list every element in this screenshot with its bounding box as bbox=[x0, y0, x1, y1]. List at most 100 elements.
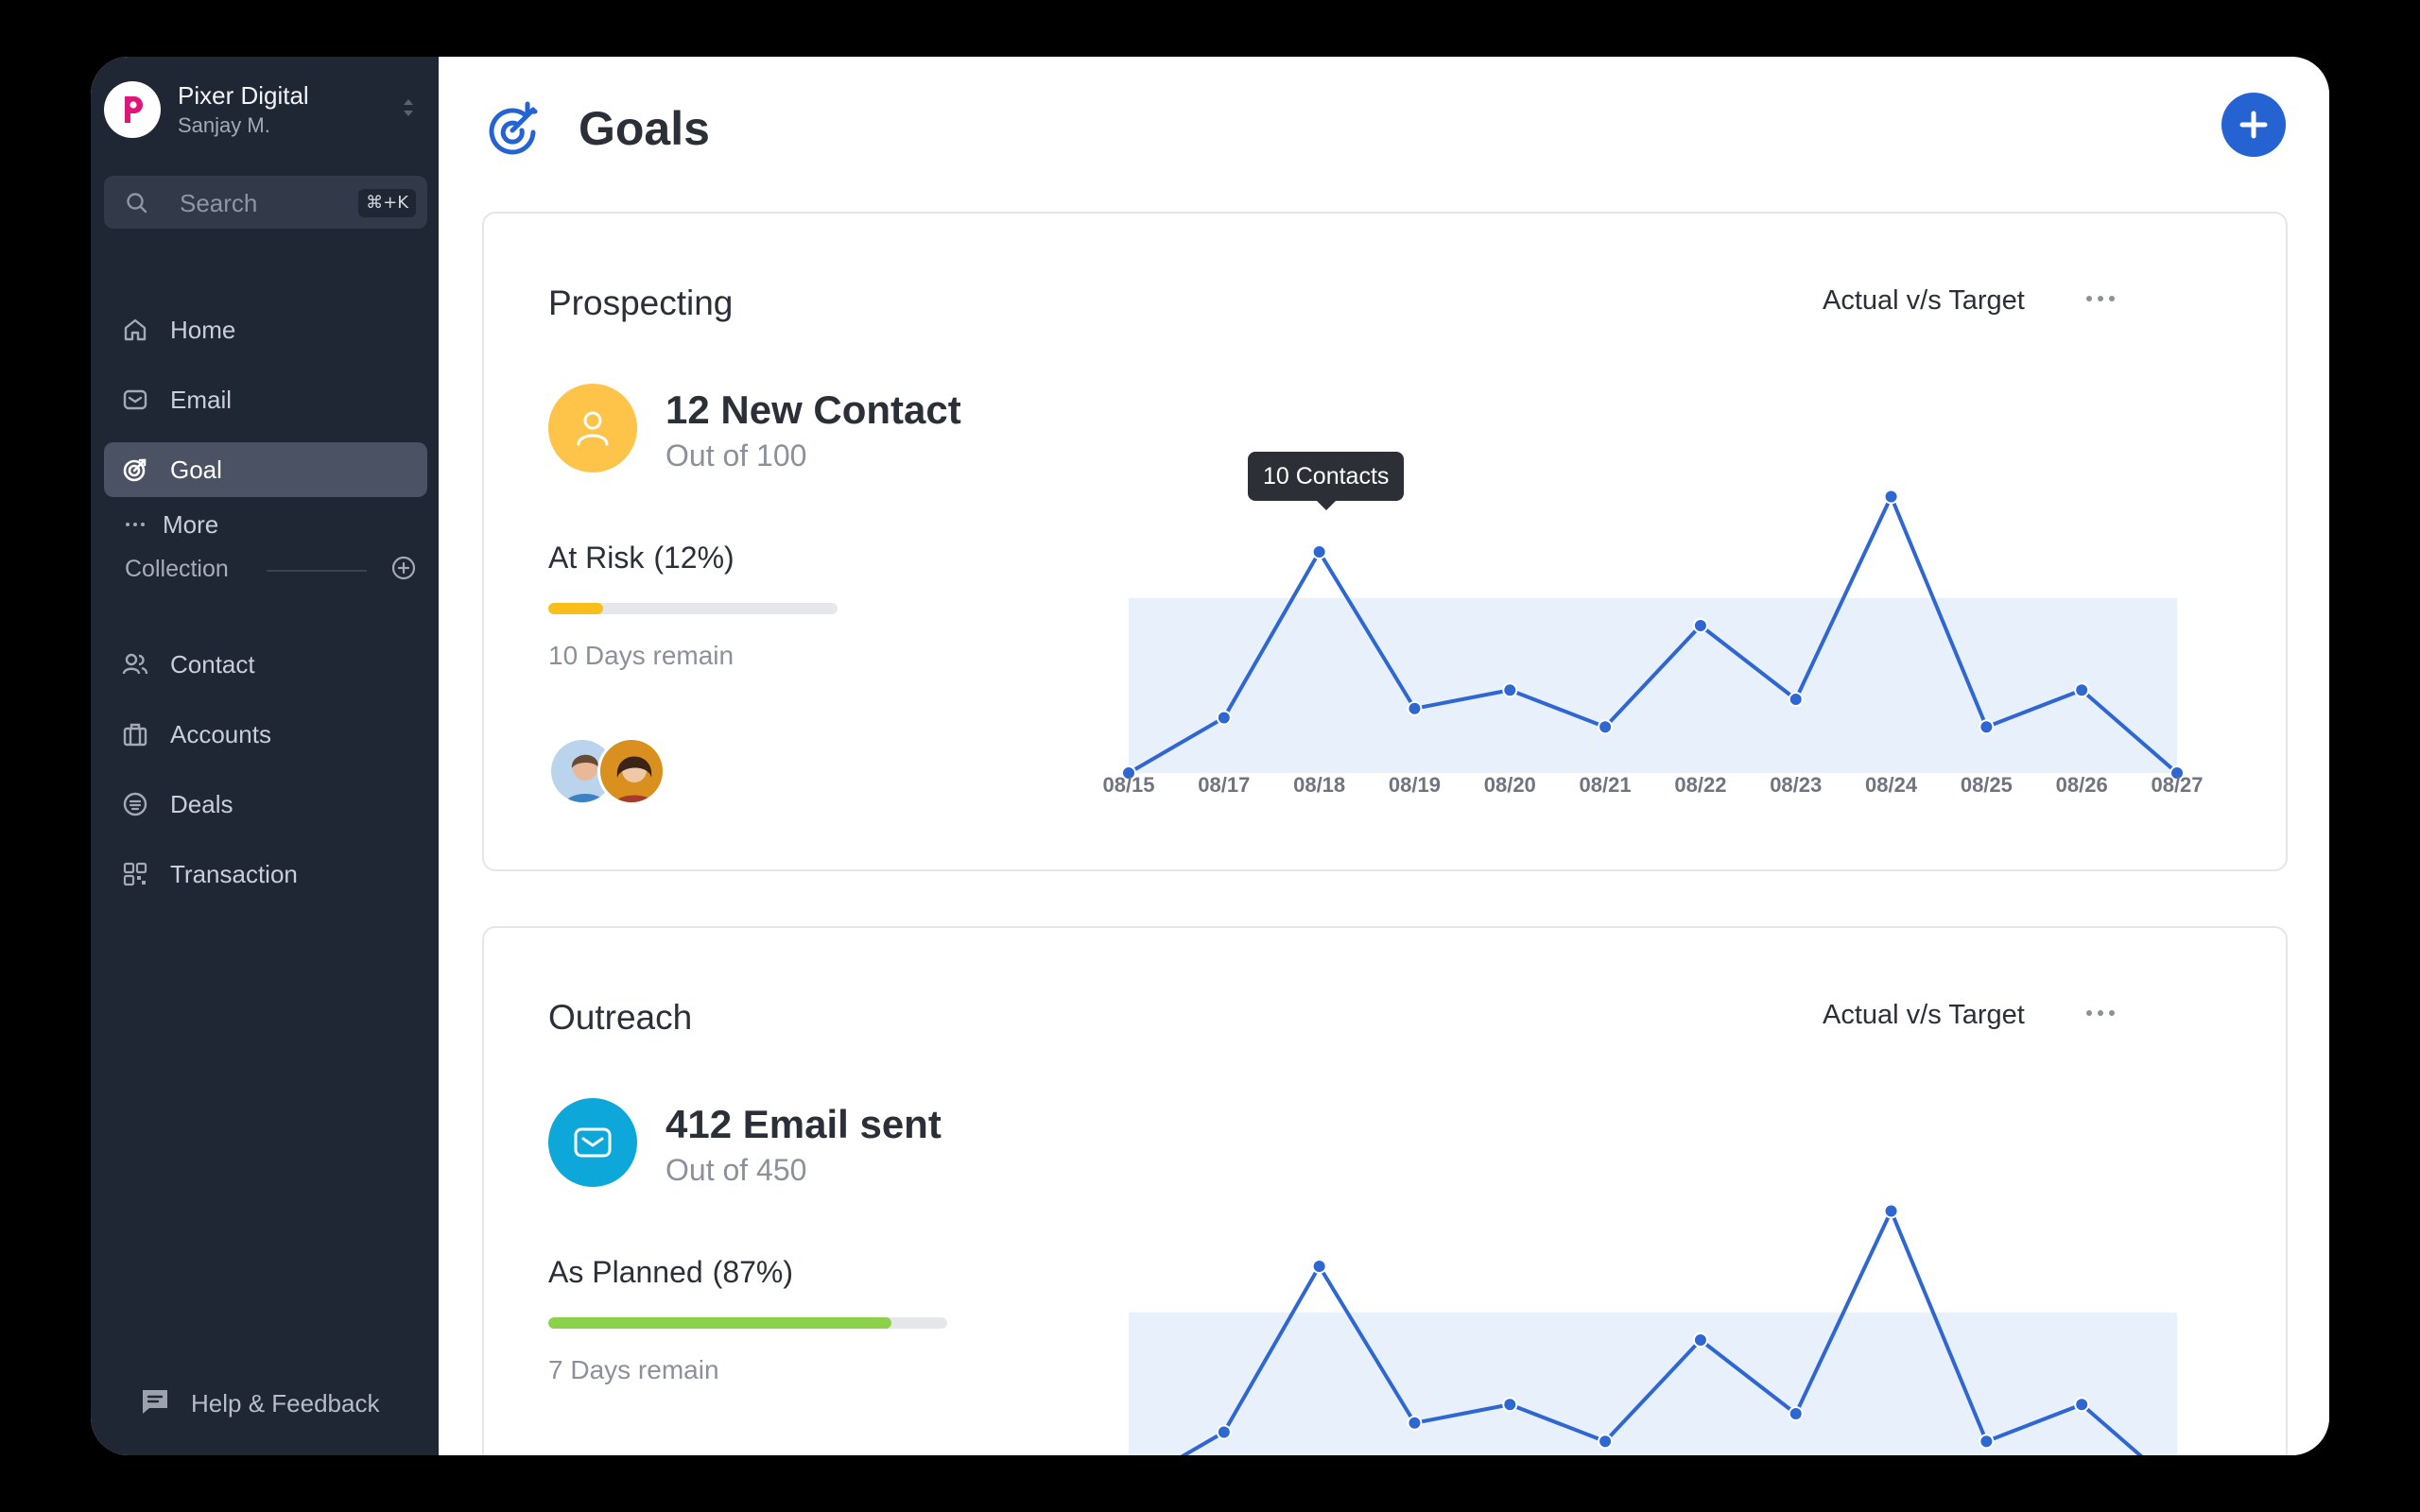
pixer-logo-icon bbox=[125, 96, 143, 123]
data-point bbox=[1598, 1434, 1614, 1450]
nav-label: Contact bbox=[170, 649, 255, 679]
data-point bbox=[1883, 1203, 1899, 1219]
goal-status: As Planned (87%) bbox=[548, 1255, 793, 1290]
deals-icon bbox=[121, 790, 149, 818]
progress-fill bbox=[548, 603, 604, 614]
progress-bar bbox=[548, 1317, 947, 1329]
data-point bbox=[1788, 1406, 1804, 1421]
data-point bbox=[2074, 1397, 2090, 1413]
goal-title: Outreach bbox=[548, 998, 693, 1037]
data-point bbox=[1311, 1259, 1327, 1274]
nav-item-contact[interactable]: Contact bbox=[104, 637, 427, 692]
nav-item-deals[interactable]: Deals bbox=[104, 777, 427, 832]
avatar[interactable] bbox=[597, 737, 666, 805]
status-label: At Risk bbox=[548, 541, 645, 575]
add-goal-button[interactable] bbox=[2221, 93, 2286, 157]
sidebar: Pixer Digital Sanjay M. Search ⌘+K Home bbox=[91, 57, 439, 1455]
metric-target: Out of 100 bbox=[666, 438, 807, 472]
nav-label: Goal bbox=[170, 455, 222, 484]
nav-label: Home bbox=[170, 315, 236, 344]
x-tick-label: 08/17 bbox=[1198, 773, 1250, 797]
metric-value: 12 New Contact bbox=[666, 387, 961, 432]
days-remaining: 7 Days remain bbox=[548, 1355, 719, 1384]
data-point bbox=[1407, 1415, 1423, 1431]
x-tick-label: 08/27 bbox=[2151, 773, 2203, 797]
x-tick-label: 08/19 bbox=[1389, 773, 1441, 797]
data-point bbox=[1979, 719, 1995, 735]
progress-fill bbox=[548, 1317, 891, 1329]
nav-item-home[interactable]: Home bbox=[104, 302, 427, 357]
workspace-name: Pixer Digital bbox=[178, 81, 309, 110]
x-tick-label: 08/22 bbox=[1674, 773, 1726, 797]
data-point bbox=[1598, 719, 1614, 735]
search-icon bbox=[125, 191, 149, 220]
nav-item-email[interactable]: Email bbox=[104, 372, 427, 427]
data-point bbox=[1407, 700, 1423, 716]
shortcut-badge: ⌘+K bbox=[358, 189, 416, 217]
assignee-avatars bbox=[548, 737, 681, 807]
progress-bar bbox=[548, 603, 838, 614]
search-input[interactable]: Search ⌘+K bbox=[104, 176, 427, 229]
chat-icon bbox=[140, 1387, 170, 1420]
data-point bbox=[1692, 618, 1708, 633]
help-feedback-button[interactable]: Help & Feedback bbox=[140, 1387, 379, 1420]
goal-card-outreach: Outreach Actual v/s Target 412 Email sen… bbox=[482, 926, 2288, 1455]
nav-item-transaction[interactable]: Transaction bbox=[104, 847, 427, 902]
page-header: Goals bbox=[484, 91, 710, 166]
workspace-user: Sanjay M. bbox=[178, 113, 270, 137]
nav-label: Deals bbox=[170, 789, 233, 818]
x-tick-label: 08/20 bbox=[1484, 773, 1536, 797]
nav-item-goal[interactable]: Goal bbox=[104, 442, 427, 497]
goal-status: At Risk (12%) bbox=[548, 541, 735, 576]
nav-label: Email bbox=[170, 385, 233, 414]
status-percent: (87%) bbox=[712, 1255, 794, 1289]
actual-vs-target-chart bbox=[1129, 1203, 2177, 1455]
data-point bbox=[1788, 692, 1804, 707]
target-icon bbox=[121, 455, 149, 484]
workspace-switcher[interactable]: Pixer Digital Sanjay M. bbox=[104, 76, 425, 142]
app-window: Pixer Digital Sanjay M. Search ⌘+K Home bbox=[91, 57, 2329, 1455]
data-point bbox=[1502, 1397, 1518, 1413]
data-point bbox=[1979, 1434, 1995, 1450]
grid-icon bbox=[121, 860, 149, 888]
nav-item-accounts[interactable]: Accounts bbox=[104, 707, 427, 762]
mail-icon bbox=[548, 1098, 637, 1187]
x-tick-label: 08/24 bbox=[1865, 773, 1918, 797]
x-tick-label: 08/21 bbox=[1580, 773, 1632, 797]
data-point bbox=[1216, 710, 1232, 726]
x-tick-label: 08/18 bbox=[1293, 773, 1345, 797]
users-icon bbox=[121, 650, 149, 679]
search-placeholder: Search bbox=[180, 189, 258, 217]
x-tick-label: 08/23 bbox=[1770, 773, 1822, 797]
divider bbox=[267, 570, 367, 572]
home-icon bbox=[121, 316, 149, 344]
page-title: Goals bbox=[579, 102, 710, 155]
data-point bbox=[2074, 682, 2090, 698]
goal-title: Prospecting bbox=[548, 284, 734, 322]
nav-label: More bbox=[163, 509, 219, 539]
data-point bbox=[1692, 1332, 1708, 1348]
actual-vs-target-chart: 08/15 08/17 08/18 08/19 08/20 08/21 08/22 08/23… bbox=[1102, 489, 2204, 797]
chart-tooltip: 10 Contacts bbox=[1248, 452, 1405, 510]
data-point bbox=[1502, 682, 1518, 698]
section-label: Collection bbox=[125, 556, 229, 582]
status-label: As Planned bbox=[548, 1255, 703, 1289]
x-tick-label: 08/26 bbox=[2056, 773, 2108, 797]
data-point bbox=[1311, 544, 1327, 559]
collection-section: Collection bbox=[125, 550, 418, 588]
nav-label: Accounts bbox=[170, 719, 271, 748]
x-tick-label: 08/15 bbox=[1102, 773, 1154, 797]
nav-label: Transaction bbox=[170, 859, 298, 888]
user-icon bbox=[548, 384, 637, 472]
workspace-logo bbox=[104, 81, 161, 138]
target-band bbox=[1129, 597, 2177, 773]
goal-target-icon bbox=[484, 96, 544, 162]
nav-item-more[interactable]: More bbox=[104, 497, 427, 552]
days-remaining: 10 Days remain bbox=[548, 641, 735, 670]
briefcase-icon bbox=[121, 720, 149, 748]
dots-icon bbox=[121, 510, 149, 539]
add-circle-icon[interactable] bbox=[389, 554, 418, 587]
metric-target: Out of 450 bbox=[666, 1153, 807, 1187]
metric-value: 412 Email sent bbox=[666, 1102, 942, 1146]
plus-icon bbox=[2239, 111, 2268, 139]
